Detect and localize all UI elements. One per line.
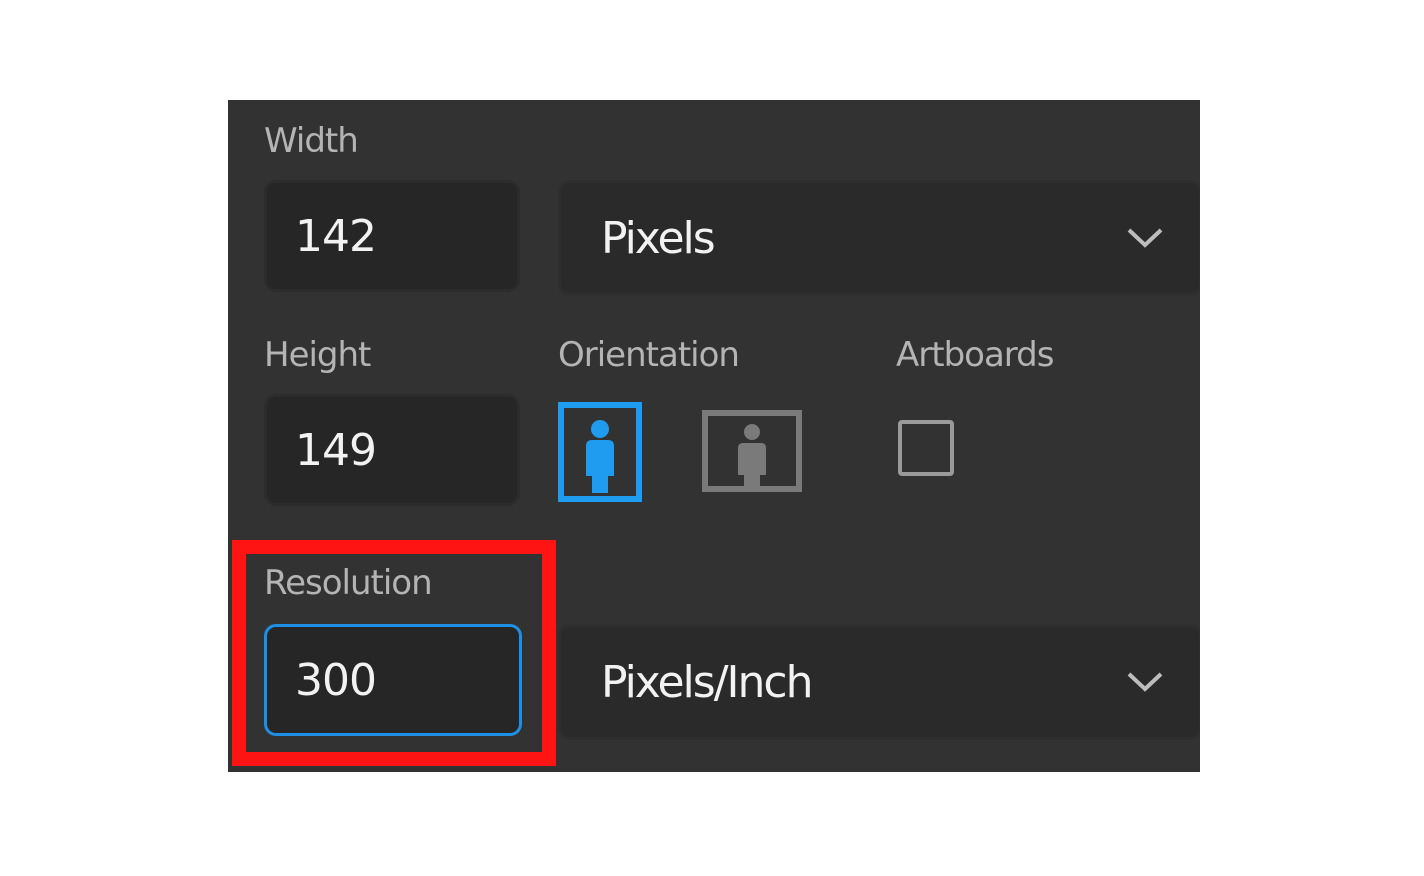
resolution-unit-value: Pixels/Inch xyxy=(601,656,813,708)
artboards-label: Artboards xyxy=(896,335,1054,375)
chevron-down-icon xyxy=(1127,228,1163,248)
width-unit-dropdown[interactable]: Pixels xyxy=(558,180,1200,296)
chevron-down-icon xyxy=(1127,672,1163,692)
artboards-checkbox[interactable] xyxy=(898,420,954,476)
resolution-highlight-box xyxy=(232,540,556,766)
height-label: Height xyxy=(264,335,371,375)
width-input[interactable]: 142 xyxy=(264,180,520,292)
height-input[interactable]: 149 xyxy=(264,394,520,506)
resolution-unit-dropdown[interactable]: Pixels/Inch xyxy=(558,624,1200,740)
landscape-orientation-button[interactable] xyxy=(702,410,802,494)
width-unit-value: Pixels xyxy=(601,212,716,264)
width-label: Width xyxy=(264,121,359,161)
portrait-orientation-button[interactable] xyxy=(558,402,642,502)
orientation-label: Orientation xyxy=(558,335,740,375)
